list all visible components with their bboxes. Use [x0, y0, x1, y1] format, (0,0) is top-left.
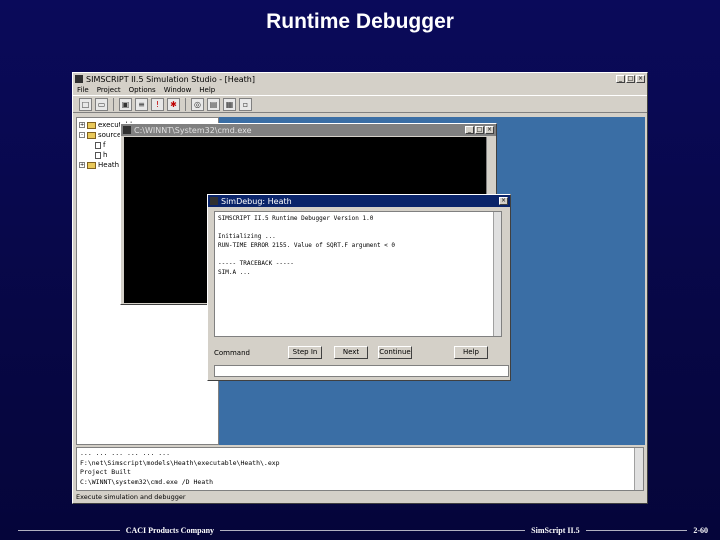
debugger-line: SIMSCRIPT II.5 Runtime Debugger Version …: [218, 215, 374, 222]
settings-icon[interactable]: ◎: [191, 97, 204, 111]
debugger-line: RUN-TIME ERROR 2155. Value of SQRT.F arg…: [218, 242, 396, 249]
toolbar: □ ▭ ▣ ≡ ! ✱ ◎ ▤ ▦ ▫: [73, 95, 647, 113]
toolbar-separator: [185, 97, 186, 111]
command-input[interactable]: [214, 365, 509, 377]
menu-options[interactable]: Options: [129, 86, 156, 94]
app-icon: [75, 75, 83, 83]
expand-icon[interactable]: +: [79, 162, 85, 168]
toolbar-separator: [113, 97, 114, 111]
close-icon[interactable]: ×: [485, 126, 494, 134]
debugger-titlebar[interactable]: SimDebug: Heath ×: [208, 195, 510, 207]
status-bar: Execute simulation and debugger: [76, 493, 186, 501]
menu-help[interactable]: Help: [199, 86, 215, 94]
new-icon[interactable]: □: [79, 97, 92, 111]
maximize-icon[interactable]: □: [475, 126, 484, 134]
maximize-icon[interactable]: □: [626, 75, 635, 83]
console-icon: [123, 126, 131, 134]
graphics-icon[interactable]: ▤: [207, 97, 220, 111]
build-icon[interactable]: ≡: [135, 97, 148, 111]
debug-icon[interactable]: ✱: [167, 97, 180, 111]
minimize-icon[interactable]: _: [616, 75, 625, 83]
slide-title: Runtime Debugger: [266, 10, 454, 33]
debugger-output[interactable]: SIMSCRIPT II.5 Runtime Debugger Version …: [214, 211, 502, 337]
next-button[interactable]: Next: [334, 346, 368, 359]
footer-divider: [585, 529, 688, 531]
step-in-button[interactable]: Step In: [288, 346, 322, 359]
studio-title: SIMSCRIPT II.5 Simulation Studio - [Heat…: [86, 74, 255, 84]
file-icon: [95, 151, 101, 159]
output-panel[interactable]: ... ... ... ... ... ... F:\net\Simscript…: [76, 447, 644, 491]
debugger-line: ----- TRACEBACK -----: [218, 260, 294, 267]
console-title: C:\WINNT\System32\cmd.exe: [134, 125, 252, 135]
output-line: F:\net\Simscript\models\Heath\executable…: [80, 458, 280, 467]
debugger-line: SIM.A ...: [218, 269, 251, 276]
save-icon[interactable]: ▣: [119, 97, 132, 111]
debugger-window: SimDebug: Heath × SIMSCRIPT II.5 Runtime…: [207, 194, 511, 381]
window-icon[interactable]: ▦: [223, 97, 236, 111]
minimize-icon[interactable]: _: [465, 126, 474, 134]
footer-product: SimScript II.5: [531, 525, 580, 535]
debugger-line: [218, 251, 498, 260]
output-line: ... ... ... ... ... ...: [80, 449, 171, 457]
tree-label: f: [103, 141, 106, 149]
tree-label: h: [103, 151, 108, 159]
help-button[interactable]: Help: [454, 346, 488, 359]
debugger-line: [218, 224, 498, 233]
continue-button[interactable]: Continue: [378, 346, 412, 359]
open-icon[interactable]: ▭: [95, 97, 108, 111]
folder-icon: [87, 161, 96, 169]
footer-company: CACI Products Company: [125, 525, 215, 535]
debugger-scrollbar[interactable]: [493, 212, 501, 336]
folder-icon: [87, 131, 96, 139]
footer-divider: [18, 529, 120, 531]
close-icon[interactable]: ×: [499, 197, 508, 205]
debugger-icon: [210, 197, 218, 205]
close-icon[interactable]: ×: [636, 75, 645, 83]
output-line: C:\WINNT\system32\cmd.exe /D Heath: [80, 477, 214, 486]
menu-window[interactable]: Window: [164, 86, 192, 94]
run-icon[interactable]: !: [151, 97, 164, 111]
studio-titlebar[interactable]: SIMSCRIPT II.5 Simulation Studio - [Heat…: [73, 73, 647, 85]
menubar: File Project Options Window Help: [73, 85, 647, 95]
footer-divider: [220, 529, 526, 531]
output-line: Project Built: [80, 468, 131, 476]
command-label: Command: [214, 349, 250, 357]
expand-icon[interactable]: +: [79, 122, 85, 128]
slide-footer: CACI Products Company SimScript II.5 2-6…: [18, 524, 708, 536]
menu-file[interactable]: File: [77, 86, 89, 94]
close-window-icon[interactable]: ▫: [239, 97, 252, 111]
footer-page-number: 2-60: [693, 525, 709, 535]
console-titlebar[interactable]: C:\WINNT\System32\cmd.exe _ □ ×: [121, 124, 496, 136]
debugger-line: Initializing ...: [218, 233, 276, 240]
menu-project[interactable]: Project: [97, 86, 121, 94]
debugger-title: SimDebug: Heath: [221, 196, 292, 206]
collapse-icon[interactable]: -: [79, 132, 85, 138]
output-scrollbar[interactable]: [634, 448, 643, 490]
tree-label: Heath: [98, 161, 120, 169]
file-icon: [95, 141, 101, 149]
folder-icon: [87, 121, 96, 129]
